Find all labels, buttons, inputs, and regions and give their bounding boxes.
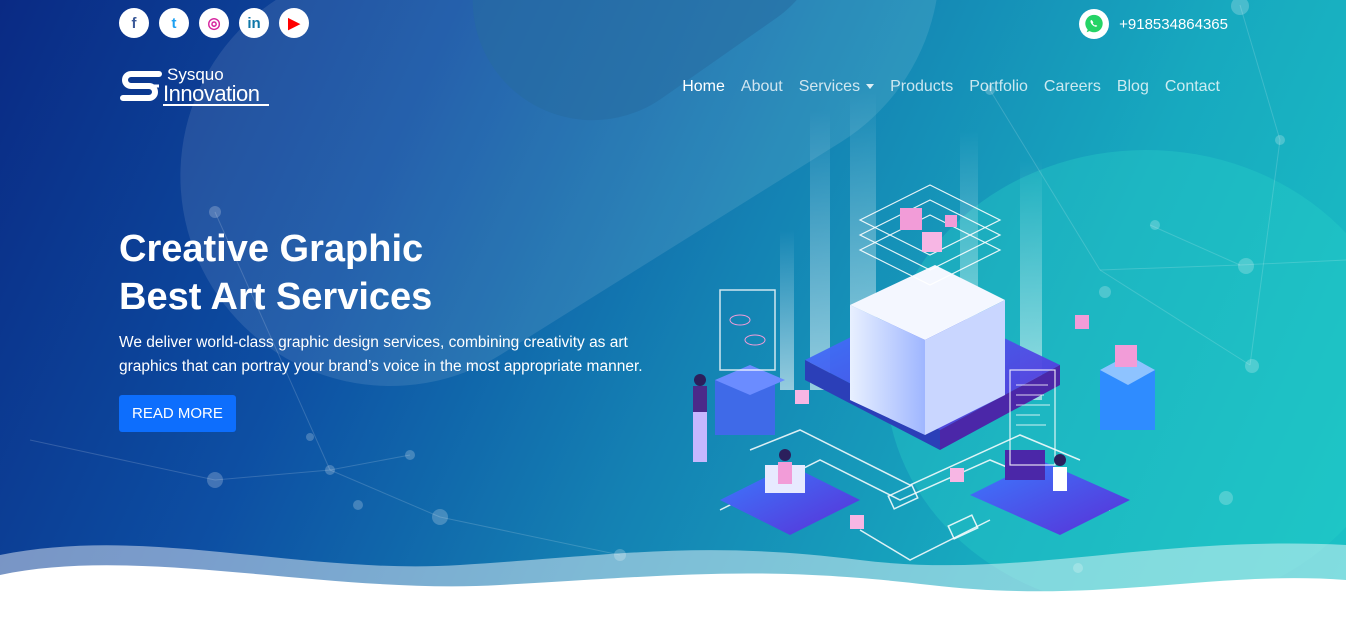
social-links: f t ◎ in ▶ [119,8,309,38]
hero-title: Creative Graphic Best Art Services [119,225,659,321]
logo-underline [163,104,269,106]
instagram-icon[interactable]: ◎ [199,8,229,38]
top-bar: f t ◎ in ▶ +918534864365 [0,0,1346,46]
hero-title-line-2: Best Art Services [119,276,433,318]
hero-section: Creative Graphic Best Art Services We de… [119,225,659,432]
phone-number[interactable]: +918534864365 [1119,16,1228,33]
chevron-down-icon [866,84,875,90]
hero-description: We deliver world-class graphic design se… [119,334,643,375]
logo[interactable]: Sysquo Innovation [119,65,271,108]
isometric-illustration [693,90,1155,561]
linkedin-icon[interactable]: in [239,8,269,38]
whatsapp-icon[interactable] [1079,9,1110,39]
twitter-icon[interactable]: t [159,8,189,38]
logo-mark [120,71,162,101]
bottom-wave [0,543,1346,630]
youtube-icon[interactable]: ▶ [279,8,309,38]
read-more-button[interactable]: READ MORE [119,395,236,432]
facebook-icon[interactable]: f [119,8,149,38]
phone-contact[interactable]: +918534864365 [1079,9,1228,39]
hero-title-line-1: Creative Graphic [119,228,424,270]
